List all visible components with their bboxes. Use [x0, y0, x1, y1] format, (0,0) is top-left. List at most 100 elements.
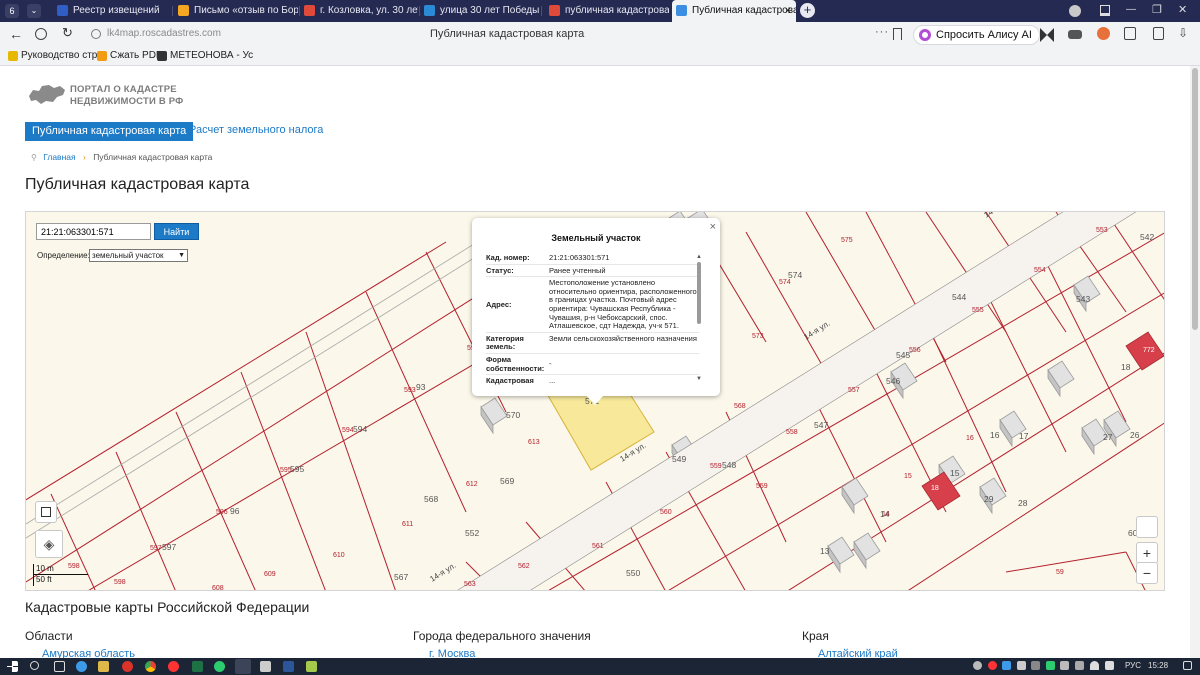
- layers-button[interactable]: ◈: [35, 530, 63, 558]
- protect-icon[interactable]: [35, 28, 47, 40]
- app-icon[interactable]: [122, 661, 133, 672]
- new-tab-button[interactable]: +: [800, 3, 815, 18]
- tray-icon[interactable]: [1002, 661, 1011, 670]
- building-number-label: 547: [814, 420, 828, 430]
- parcel-info-popup: Земельный участок × Кад. номер: 21:21:063…: [472, 218, 720, 405]
- find-button[interactable]: Найти: [154, 223, 199, 240]
- tray-icon[interactable]: [1031, 661, 1040, 670]
- tray-icon[interactable]: [1017, 661, 1026, 670]
- clock-time[interactable]: 15:28: [1148, 661, 1168, 670]
- printer-icon[interactable]: [260, 661, 271, 672]
- tab-street-30-years[interactable]: улица 30 лет Победы 42: [420, 0, 540, 22]
- popup-scroll-up-icon[interactable]: ▲: [696, 254, 702, 260]
- whatsapp-icon[interactable]: [214, 661, 225, 672]
- bookmark-item[interactable]: Сжать PDF: [97, 50, 162, 61]
- tab-favicon-icon: [178, 5, 189, 16]
- section-heading: Кадастровые карты Российской Федерации: [25, 599, 310, 615]
- cadastral-number-search-input[interactable]: [36, 223, 151, 240]
- page-scrollbar-thumb[interactable]: [1192, 68, 1198, 330]
- link-amur-region[interactable]: Амурская область: [42, 648, 135, 658]
- extension-icon[interactable]: [1097, 27, 1110, 40]
- map-scale: 10 m 50 ft: [33, 564, 91, 586]
- tab-title: г. Козловка, ул. 30 лет Побе: [320, 5, 418, 16]
- browser-menu-icon[interactable]: 6: [5, 4, 19, 18]
- tray-icon[interactable]: [988, 661, 997, 670]
- volume-icon[interactable]: [1105, 661, 1114, 670]
- zoom-out-button[interactable]: −: [1136, 562, 1158, 584]
- bookmark-item[interactable]: МЕТЕОНОВА - Ус: [157, 50, 253, 61]
- notifications-icon[interactable]: [1183, 661, 1192, 670]
- reload-icon[interactable]: ↻: [62, 25, 73, 41]
- definition-select[interactable]: земельный участок ▼: [89, 249, 188, 262]
- search-icon[interactable]: [30, 661, 39, 670]
- page-title-in-omnibox: Публичная кадастровая карта: [430, 28, 585, 40]
- fullscreen-button[interactable]: [35, 501, 57, 523]
- yandex-active-icon[interactable]: [235, 659, 251, 674]
- browser-tab-strip: 6 ⌄ Реестр извещений Письмо «отзыв по Бо…: [0, 0, 1200, 22]
- link-moscow[interactable]: г. Москва: [429, 648, 475, 658]
- tab-close-icon[interactable]: ×: [785, 0, 791, 22]
- building-number-label: 18: [931, 485, 939, 492]
- start-icon[interactable]: [7, 661, 18, 672]
- site-logo-text[interactable]: ПОРТАЛ О КАДАСТРЕ НЕДВИЖИМОСТИ В РФ: [70, 84, 184, 108]
- bookmarks-bar-icon[interactable]: [1100, 5, 1110, 16]
- popup-scroll-down-icon[interactable]: ▼: [696, 376, 702, 382]
- tray-icon[interactable]: [1075, 661, 1084, 670]
- site-info-icon[interactable]: [91, 29, 101, 39]
- bookmark-item[interactable]: Руководство стр: [8, 50, 97, 61]
- extension-icon[interactable]: [1124, 27, 1136, 40]
- building-number-label: 568: [424, 494, 438, 504]
- ask-alice-button[interactable]: Спросить Алису AI: [913, 25, 1040, 45]
- parcel-number-label: 593: [404, 387, 416, 394]
- page-scrollbar[interactable]: [1190, 66, 1200, 658]
- wifi-icon[interactable]: [1090, 661, 1099, 670]
- tray-icon[interactable]: [1046, 661, 1055, 670]
- link-altai-krai[interactable]: Алтайский край: [818, 648, 898, 658]
- url-field[interactable]: lk4map.roscadastres.com: [107, 28, 221, 39]
- bookmark-icon[interactable]: [893, 28, 902, 40]
- cadastral-map[interactable]: 575 574574 573 553 554 555 556 557 558 559 559 568 5…: [25, 211, 1165, 591]
- tab-kozlovka[interactable]: г. Козловка, ул. 30 лет Побе: [300, 0, 418, 22]
- close-window-button[interactable]: ✕: [1178, 3, 1187, 16]
- minimize-window-button[interactable]: —: [1126, 4, 1136, 15]
- building-number-label: 13: [820, 546, 830, 556]
- chrome-icon[interactable]: [145, 661, 156, 672]
- word-icon[interactable]: [283, 661, 294, 672]
- task-view-icon[interactable]: [54, 661, 65, 672]
- more-options-icon[interactable]: ···: [875, 26, 889, 38]
- nav-land-tax-calc[interactable]: Расчет земельного налога: [189, 124, 323, 136]
- tabs-dropdown-icon[interactable]: ⌄: [27, 4, 41, 18]
- tab-mail-letter[interactable]: Письмо «отзыв по Бориса: [174, 0, 298, 22]
- yandex-browser-icon[interactable]: [168, 661, 179, 672]
- maximize-window-button[interactable]: ❐: [1152, 3, 1162, 16]
- browser-chrome-icon[interactable]: [76, 661, 87, 672]
- tray-icon[interactable]: [1060, 661, 1069, 670]
- popup-scrollbar[interactable]: [697, 262, 701, 324]
- fullscreen-icon: [41, 507, 51, 517]
- extension-icon[interactable]: [1068, 30, 1082, 39]
- input-language[interactable]: РУС: [1125, 661, 1141, 670]
- nav-public-cadastral-map[interactable]: Публичная кадастровая карта: [25, 122, 194, 141]
- downloads-icon[interactable]: ⇩: [1178, 26, 1188, 40]
- parcel-number-label: 559: [710, 463, 722, 470]
- breadcrumb-home-link[interactable]: Главная: [43, 152, 75, 162]
- tab-public-map-search[interactable]: публичная кадастровая к: [545, 0, 669, 22]
- parcel-number-label: 575: [841, 237, 853, 244]
- excel-icon[interactable]: [192, 661, 203, 672]
- tab-public-cadastral-map[interactable]: Публичная кадастрова ×: [672, 0, 796, 22]
- parcel-number-label: 610: [333, 552, 345, 559]
- profile-avatar-icon[interactable]: [1069, 5, 1081, 17]
- building-number-label: 542: [1140, 232, 1154, 242]
- popup-close-icon[interactable]: ×: [710, 221, 716, 233]
- app-icon[interactable]: [306, 661, 317, 672]
- extension-icon[interactable]: [1153, 27, 1164, 40]
- explorer-icon[interactable]: [98, 661, 109, 672]
- extension-icon[interactable]: [1040, 28, 1054, 42]
- zoom-box-button[interactable]: [1136, 516, 1158, 538]
- tab-notices-registry[interactable]: Реестр извещений: [53, 0, 171, 22]
- bookmark-favicon-icon: [8, 51, 18, 61]
- back-arrow-icon[interactable]: ←: [9, 26, 23, 42]
- ask-alice-label: Спросить Алису AI: [936, 29, 1032, 41]
- zoom-in-button[interactable]: +: [1136, 542, 1158, 564]
- tray-icon[interactable]: [973, 661, 982, 670]
